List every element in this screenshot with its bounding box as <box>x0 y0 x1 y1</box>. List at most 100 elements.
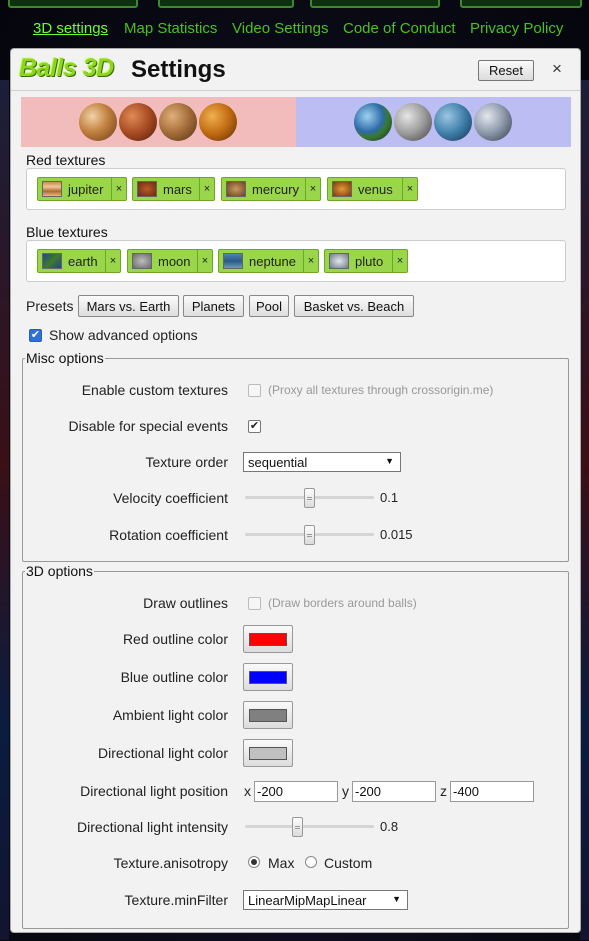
remove-tag-icon[interactable]: × <box>303 250 318 272</box>
blue-textures-input[interactable]: earth × moon × neptune × pluto × <box>26 240 566 282</box>
pluto-thumb-icon <box>329 253 349 269</box>
moon-ball-icon <box>394 103 432 141</box>
rotation-value: 0.015 <box>380 527 413 542</box>
nav-3d-settings[interactable]: 3D settings <box>33 20 108 37</box>
remove-tag-icon[interactable]: × <box>111 178 126 200</box>
anisotropy-max-label: Max <box>268 855 295 871</box>
blue-outline-color-picker[interactable] <box>243 663 293 691</box>
intensity-slider-handle[interactable] <box>292 817 303 837</box>
earth-thumb-icon <box>42 253 62 269</box>
mercury-ball-icon <box>159 103 197 141</box>
tag-label: venus <box>358 182 393 197</box>
presets-label: Presets <box>26 298 74 314</box>
top-tab[interactable] <box>158 0 294 8</box>
dropdown-arrow-icon: ▼ <box>385 456 394 466</box>
blue-outline-color-label: Blue outline color <box>120 669 228 685</box>
tag-label: jupiter <box>68 182 104 197</box>
dialog-header: Balls 3D Settings Reset × <box>11 49 580 91</box>
mars-thumb-icon <box>137 181 157 197</box>
moon-thumb-icon <box>132 253 152 269</box>
light-position-x-input[interactable] <box>254 781 338 802</box>
disable-special-events-checkbox[interactable]: ✔ <box>248 420 261 433</box>
red-textures-input[interactable]: jupiter × mars × mercury × venus × <box>26 168 566 210</box>
intensity-value: 0.8 <box>380 819 399 834</box>
remove-tag-icon[interactable]: × <box>199 178 214 200</box>
remove-tag-icon[interactable]: × <box>392 250 407 272</box>
red-outline-color-picker[interactable] <box>243 625 293 653</box>
directional-light-intensity-label: Directional light intensity <box>77 819 228 835</box>
mars-ball-icon <box>119 103 157 141</box>
close-icon[interactable]: × <box>552 59 562 79</box>
preset-mars-vs-earth-button[interactable]: Mars vs. Earth <box>78 295 179 317</box>
tag-label: moon <box>158 254 191 269</box>
tag-label: pluto <box>355 254 384 269</box>
top-tab-strip <box>0 0 589 10</box>
mercury-thumb-icon <box>226 181 246 197</box>
tag-jupiter: jupiter × <box>37 177 127 201</box>
draw-outlines-hint: (Draw borders around balls) <box>268 596 417 610</box>
light-position-y-input[interactable] <box>352 781 436 802</box>
venus-thumb-icon <box>332 181 352 197</box>
venus-ball-icon <box>199 103 237 141</box>
anisotropy-max-radio[interactable] <box>248 856 260 868</box>
remove-tag-icon[interactable]: × <box>105 250 120 272</box>
top-tab[interactable] <box>8 0 138 8</box>
dropdown-arrow-icon: ▼ <box>392 894 401 904</box>
remove-tag-icon[interactable]: × <box>402 178 417 200</box>
earth-ball-icon <box>354 103 392 141</box>
remove-tag-icon[interactable]: × <box>197 250 212 272</box>
draw-outlines-checkbox[interactable] <box>248 597 261 610</box>
anisotropy-custom-radio[interactable] <box>305 856 317 868</box>
remove-tag-icon[interactable]: × <box>305 178 320 200</box>
settings-dialog: Balls 3D Settings Reset × Red textures j… <box>10 48 581 933</box>
preset-planets-button[interactable]: Planets <box>183 295 244 317</box>
y-label: y <box>342 783 349 799</box>
show-advanced-checkbox[interactable]: ✔ <box>29 329 42 342</box>
velocity-slider-handle[interactable] <box>304 488 315 508</box>
tag-label: mercury <box>252 182 299 197</box>
preset-basket-vs-beach-button[interactable]: Basket vs. Beach <box>294 295 414 317</box>
tag-label: mars <box>163 182 192 197</box>
texture-minfilter-label: Texture.minFilter <box>124 892 228 908</box>
texture-anisotropy-label: Texture.anisotropy <box>113 855 228 871</box>
directional-light-color-label: Directional light color <box>98 745 228 761</box>
preset-pool-button[interactable]: Pool <box>249 295 289 317</box>
nav-code-of-conduct[interactable]: Code of Conduct <box>343 20 456 37</box>
show-advanced-label: Show advanced options <box>49 327 198 343</box>
custom-textures-hint: (Proxy all textures through crossorigin.… <box>268 383 494 397</box>
pluto-ball-icon <box>474 103 512 141</box>
rotation-coefficient-label: Rotation coefficient <box>109 527 228 543</box>
ambient-light-color-picker[interactable] <box>243 701 293 729</box>
texture-order-label: Texture order <box>145 454 228 470</box>
rotation-slider-handle[interactable] <box>304 525 315 545</box>
red-team-preview <box>21 97 296 147</box>
light-position-z-input[interactable] <box>450 781 534 802</box>
nav-map-statistics[interactable]: Map Statistics <box>124 20 217 37</box>
tag-moon: moon × <box>127 249 213 273</box>
enable-custom-textures-checkbox[interactable] <box>248 384 261 397</box>
jupiter-thumb-icon <box>42 181 62 197</box>
jupiter-ball-icon <box>79 103 117 141</box>
velocity-coefficient-label: Velocity coefficient <box>113 490 228 506</box>
disable-special-events-label: Disable for special events <box>68 418 228 434</box>
reset-button[interactable]: Reset <box>478 60 534 81</box>
directional-light-color-picker[interactable] <box>243 739 293 767</box>
directional-light-position-label: Directional light position <box>80 783 228 799</box>
texture-order-value: sequential <box>248 455 308 470</box>
nav-privacy-policy[interactable]: Privacy Policy <box>470 20 563 37</box>
3d-options-legend: 3D options <box>25 563 94 579</box>
color-swatch <box>249 671 287 684</box>
top-tab[interactable] <box>460 0 582 8</box>
top-tab[interactable] <box>310 0 440 8</box>
z-label: z <box>440 783 447 799</box>
draw-outlines-label: Draw outlines <box>143 595 228 611</box>
texture-preview-banner <box>21 97 571 147</box>
tag-pluto: pluto × <box>324 249 408 273</box>
game-background-right <box>580 80 589 940</box>
nav-video-settings[interactable]: Video Settings <box>232 20 328 37</box>
tag-label: earth <box>68 254 98 269</box>
texture-order-select[interactable]: sequential ▼ <box>243 452 401 472</box>
texture-minfilter-select[interactable]: LinearMipMapLinear ▼ <box>243 890 408 910</box>
color-swatch <box>249 747 287 760</box>
intensity-slider-track[interactable] <box>245 825 374 828</box>
